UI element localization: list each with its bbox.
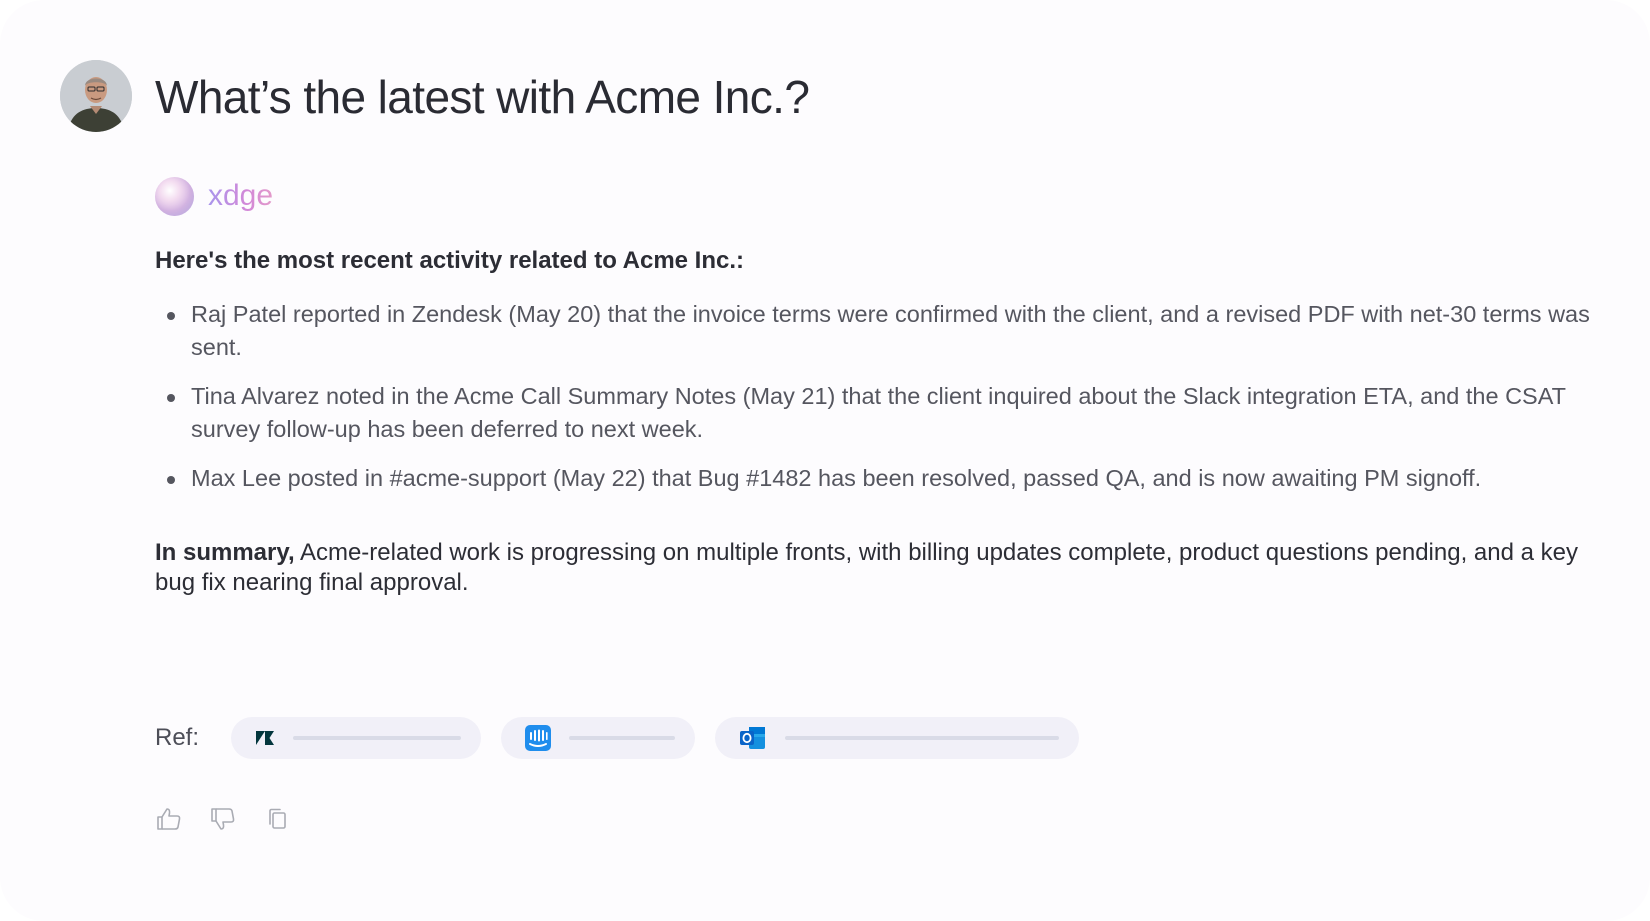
summary-lead: In summary, xyxy=(155,539,295,566)
assistant-name: xdge xyxy=(208,179,274,212)
reference-chip-outlook[interactable] xyxy=(715,717,1080,759)
response-intro: Here's the most recent activity related … xyxy=(155,247,745,274)
assistant-header: xdge xyxy=(155,176,273,216)
list-item: Tina Alvarez noted in the Acme Call Summ… xyxy=(155,380,1595,446)
list-item-text: Max Lee posted in #acme-support (May 22)… xyxy=(191,465,1482,491)
bullet-icon xyxy=(167,394,175,402)
response-summary: In summary, Acme-related work is progres… xyxy=(155,538,1595,598)
thumbs-down-icon xyxy=(211,808,235,830)
reference-chip-zendesk[interactable] xyxy=(231,717,482,759)
thumbs-down-button[interactable] xyxy=(209,805,237,833)
copy-icon xyxy=(269,808,286,829)
reference-title-placeholder xyxy=(785,736,1060,740)
thumbs-up-icon xyxy=(157,808,181,830)
copy-button[interactable] xyxy=(263,805,291,833)
intercom-icon xyxy=(525,725,552,751)
bullet-icon xyxy=(167,476,175,484)
references-label: Ref: xyxy=(155,724,200,751)
outlook-icon xyxy=(739,725,767,751)
list-item-text: Raj Patel reported in Zendesk (May 20) t… xyxy=(191,301,1590,360)
list-item: Max Lee posted in #acme-support (May 22)… xyxy=(155,462,1595,495)
reference-title-placeholder xyxy=(293,736,462,740)
list-item: Raj Patel reported in Zendesk (May 20) t… xyxy=(155,298,1595,364)
references-row: Ref: xyxy=(155,717,1099,759)
reference-chip-intercom[interactable] xyxy=(501,717,696,759)
summary-text: Acme-related work is progressing on mult… xyxy=(155,539,1578,596)
activity-list: Raj Patel reported in Zendesk (May 20) t… xyxy=(155,298,1595,511)
chat-card: What’s the latest with Acme Inc.? xdge H… xyxy=(0,0,1650,921)
bullet-icon xyxy=(167,312,175,320)
reference-title-placeholder xyxy=(569,736,676,740)
user-avatar xyxy=(60,60,132,132)
feedback-actions xyxy=(155,805,317,833)
zendesk-icon xyxy=(255,730,275,746)
thumbs-up-button[interactable] xyxy=(155,805,183,833)
user-question: What’s the latest with Acme Inc.? xyxy=(155,71,810,123)
assistant-orb-icon xyxy=(155,176,194,216)
list-item-text: Tina Alvarez noted in the Acme Call Summ… xyxy=(191,383,1566,442)
